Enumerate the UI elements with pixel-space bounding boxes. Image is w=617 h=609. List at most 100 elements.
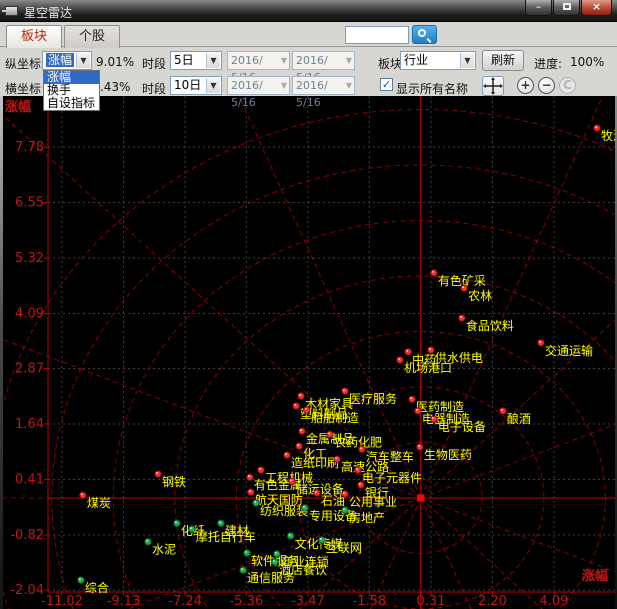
sector-point[interactable]: [174, 520, 180, 526]
sector-point[interactable]: [78, 577, 84, 583]
chevron-down-icon[interactable]: ▼: [76, 53, 90, 68]
sector-label: 综合: [85, 580, 109, 595]
sector-point[interactable]: [431, 416, 437, 422]
sector-point-highlight: [328, 432, 330, 434]
sector-point[interactable]: [358, 482, 364, 488]
sector-point-highlight: [285, 453, 287, 455]
x-tick-label: -9.13: [107, 594, 141, 609]
search-button[interactable]: [412, 25, 437, 44]
search-input[interactable]: [345, 26, 409, 44]
sector-point-highlight: [190, 527, 192, 529]
sector-point[interactable]: [298, 393, 304, 399]
title-bar[interactable]: 星空雷达 – ×: [0, 0, 617, 22]
sector-point-highlight: [356, 468, 358, 470]
tab-sectors[interactable]: 板块: [6, 25, 62, 48]
refresh-button[interactable]: 刷新: [482, 50, 524, 71]
sector-label: 电子设备: [438, 420, 486, 434]
maximize-button[interactable]: [553, 0, 580, 16]
sector-point[interactable]: [240, 567, 246, 573]
period2-combo[interactable]: 10日 ▼: [170, 76, 222, 95]
sector-point[interactable]: [342, 491, 348, 497]
zoom-in-button[interactable]: +: [517, 77, 534, 94]
sector-point[interactable]: [431, 270, 437, 276]
sector-point[interactable]: [258, 467, 264, 473]
date-from-1[interactable]: 2016/ 5/16 ▼: [227, 51, 290, 70]
period1-combo[interactable]: 5日 ▼: [170, 51, 222, 70]
sector-label: 生物医药: [424, 448, 472, 462]
sector-point[interactable]: [594, 125, 600, 131]
sector-label: 电子元器件: [362, 471, 422, 485]
sector-point[interactable]: [409, 396, 415, 402]
sector-label: 船舶制造: [311, 410, 359, 425]
sector-point[interactable]: [189, 526, 195, 532]
sector-point[interactable]: [327, 431, 333, 437]
sector-point-highlight: [460, 316, 462, 318]
sector-point[interactable]: [296, 443, 302, 449]
sector-label: 农药化肥: [334, 435, 382, 449]
x-tick-label: -7.24: [168, 594, 202, 609]
y-axis-title: 涨幅: [4, 99, 31, 115]
tab-stocks[interactable]: 个股: [64, 25, 120, 48]
sector-point[interactable]: [248, 489, 254, 495]
y-tick-label: -2.04: [10, 583, 44, 598]
sector-point[interactable]: [355, 467, 361, 473]
sector-point[interactable]: [415, 408, 421, 414]
sector-point[interactable]: [461, 285, 467, 291]
chevron-down-icon[interactable]: ▼: [206, 78, 220, 93]
x-tick-label: -11.02: [41, 594, 83, 609]
y-tick-label: 5.32: [15, 251, 44, 266]
sector-label: 酿酒: [507, 411, 531, 426]
sector-point[interactable]: [397, 357, 403, 363]
sector-point[interactable]: [304, 407, 310, 413]
sector-point-highlight: [81, 493, 83, 495]
sector-point[interactable]: [284, 452, 290, 458]
sector-point[interactable]: [299, 428, 305, 434]
chevron-down-icon[interactable]: ▼: [206, 53, 220, 68]
sector-combo[interactable]: 行业 ▼: [400, 51, 476, 70]
sector-point[interactable]: [319, 537, 325, 543]
dropdown-item-zishezhibiao[interactable]: 自设指标: [44, 97, 99, 110]
sector-point[interactable]: [244, 550, 250, 556]
x-axis-setting-label: 横坐标: [5, 80, 41, 97]
sector-point[interactable]: [80, 492, 86, 498]
sector-point[interactable]: [417, 444, 423, 450]
sector-point[interactable]: [274, 551, 280, 557]
sector-point[interactable]: [342, 388, 348, 394]
sector-point[interactable]: [459, 315, 465, 321]
sector-point-highlight: [156, 472, 158, 474]
sector-point[interactable]: [302, 505, 308, 511]
sector-point[interactable]: [287, 533, 293, 539]
sector-point[interactable]: [359, 446, 365, 452]
sector-point[interactable]: [500, 408, 506, 414]
minimize-button[interactable]: –: [525, 0, 552, 16]
sector-point-highlight: [245, 551, 247, 553]
date-to-1[interactable]: 2016/ 5/16 ▼: [292, 51, 355, 70]
sector-point[interactable]: [145, 539, 151, 545]
sector-point[interactable]: [155, 471, 161, 477]
sector-point[interactable]: [538, 340, 544, 346]
date-to-2[interactable]: 2016/ 5/16 ▼: [292, 76, 355, 95]
sector-point[interactable]: [342, 507, 348, 513]
period1-combo-value: 5日: [174, 53, 194, 67]
y-tick-label: 2.87: [15, 361, 44, 376]
sector-point-highlight: [315, 491, 317, 493]
sector-point[interactable]: [289, 478, 295, 484]
chevron-down-icon[interactable]: ▼: [460, 53, 474, 68]
close-button[interactable]: ×: [581, 0, 612, 16]
chevron-down-icon: ▼: [281, 77, 287, 95]
sector-point[interactable]: [314, 490, 320, 496]
sector-point[interactable]: [253, 500, 259, 506]
reset-view-button[interactable]: C: [559, 77, 576, 94]
sector-point[interactable]: [218, 520, 224, 526]
pan-button[interactable]: [482, 76, 504, 96]
zoom-out-button[interactable]: −: [538, 77, 555, 94]
sector-point[interactable]: [247, 474, 253, 480]
sector-point[interactable]: [293, 403, 299, 409]
y-axis-combo[interactable]: 涨幅 ▼: [42, 51, 92, 70]
sector-point[interactable]: [334, 456, 340, 462]
radar-scatter-chart[interactable]: -11.02-9.13-7.24-5.36-3.47-1.580.312.204…: [0, 96, 617, 609]
date-from-2[interactable]: 2016/ 5/16 ▼: [227, 76, 290, 95]
sector-point[interactable]: [405, 349, 411, 355]
show-names-checkbox[interactable]: ✓: [380, 78, 393, 91]
sector-point[interactable]: [272, 559, 278, 565]
